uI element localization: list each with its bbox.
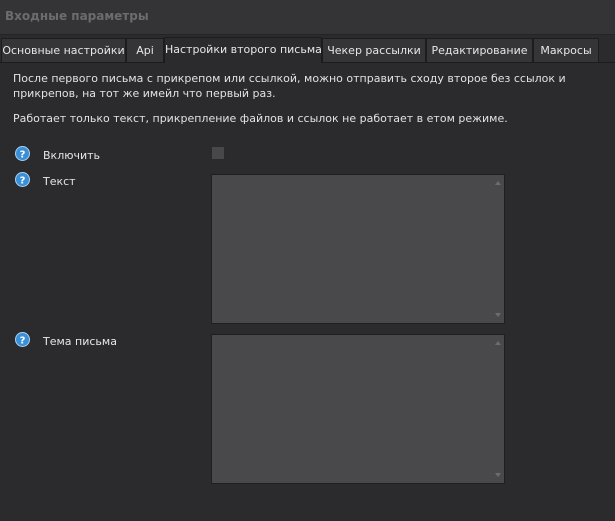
tab-bar: Основные настройки Api Настройки второго… [0,37,615,63]
text-textarea[interactable] [211,174,505,324]
tab-label: Чекер рассылки [327,44,421,57]
description-line-1: После первого письма с прикрепом или ссы… [13,72,566,85]
tab-macros[interactable]: Макросы [533,38,599,62]
scroll-down-icon[interactable] [495,473,501,477]
subject-textarea[interactable] [211,334,505,484]
input-parameters-window: Входные параметры Основные настройки Api… [0,0,615,521]
tab-label: Редактирование [431,44,528,57]
tab-label: Настройки второго письма [165,43,322,56]
help-icon[interactable]: ? [15,332,30,347]
description-line-2: прикрепов, на тот же имейл что первый ра… [13,87,276,100]
help-icon[interactable]: ? [15,146,30,161]
tab-mailing-checker[interactable]: Чекер рассылки [322,38,426,62]
scroll-down-icon[interactable] [495,313,501,317]
mode-note: Работает только текст, прикрепление файл… [13,112,508,125]
tab-main-settings[interactable]: Основные настройки [1,38,126,62]
title-bar: Входные параметры [0,0,615,35]
tab-label: Основные настройки [2,44,125,57]
text-label: Текст [43,175,76,188]
help-icon[interactable]: ? [15,172,30,187]
svg-text:?: ? [20,176,26,187]
tab-second-letter-settings[interactable]: Настройки второго письма [164,37,322,63]
subject-label: Тема письма [43,335,117,348]
second-letter-settings-panel: После первого письма с прикрепом или ссы… [0,62,615,521]
tab-label: Api [136,44,154,57]
tab-api[interactable]: Api [126,38,164,62]
tab-label: Макросы [540,44,592,57]
scroll-up-icon[interactable] [495,181,501,185]
enable-label: Включить [43,149,101,162]
tab-editing[interactable]: Редактирование [426,38,533,62]
scroll-up-icon[interactable] [495,341,501,345]
window-title: Входные параметры [5,9,149,23]
svg-text:?: ? [20,336,26,347]
enable-checkbox[interactable] [211,146,225,160]
svg-text:?: ? [20,150,26,161]
